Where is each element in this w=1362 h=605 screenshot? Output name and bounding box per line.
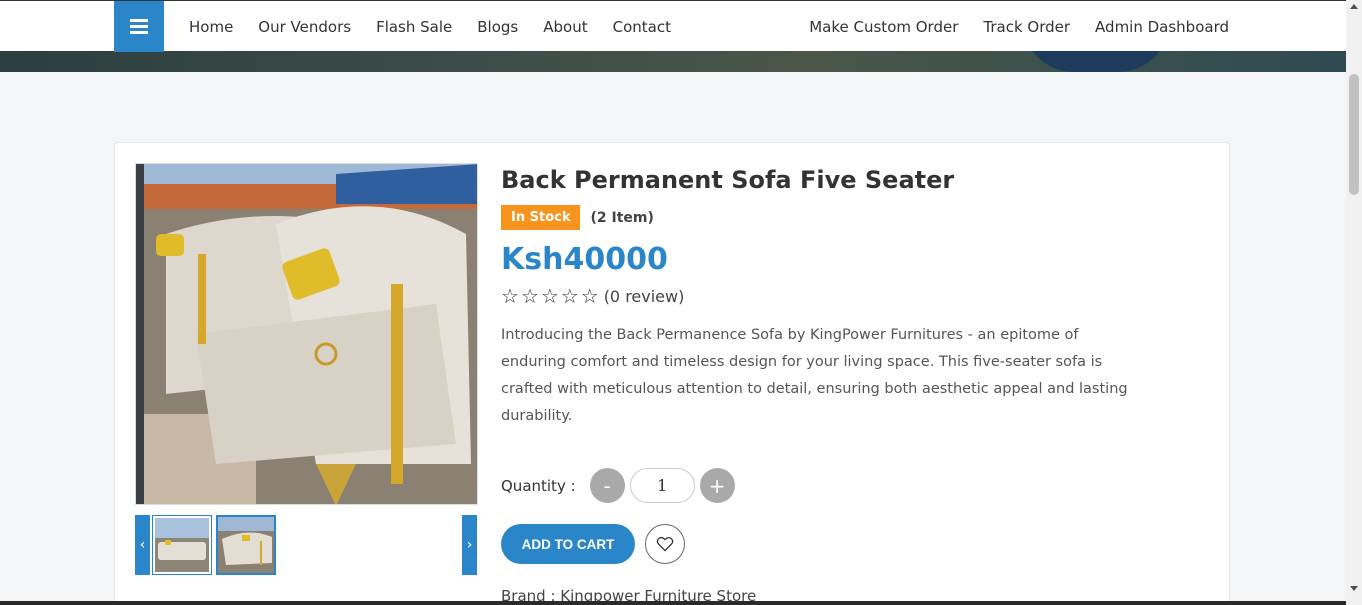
nav-admin-dashboard[interactable]: Admin Dashboard <box>1095 18 1229 36</box>
thumbnail-2[interactable] <box>216 515 276 575</box>
product-main-image[interactable] <box>135 163 478 505</box>
secondary-nav: Make Custom Order Track Order Admin Dash… <box>809 1 1229 52</box>
scroll-up-icon[interactable] <box>1350 4 1358 9</box>
gallery-prev-button[interactable]: ‹ <box>135 515 150 575</box>
star-outline-icon[interactable]: ☆ <box>541 286 559 306</box>
nav-make-custom-order[interactable]: Make Custom Order <box>809 18 958 36</box>
add-to-cart-button[interactable]: ADD TO CART <box>501 524 635 564</box>
rating-row: ☆ ☆ ☆ ☆ ☆ (0 review) <box>501 286 684 306</box>
page-scrollbar[interactable] <box>1346 0 1362 605</box>
wishlist-button[interactable] <box>645 524 685 564</box>
menu-icon[interactable] <box>114 1 164 52</box>
main-nav: Home Our Vendors Flash Sale Blogs About … <box>189 1 671 52</box>
scroll-down-icon[interactable] <box>1350 586 1358 591</box>
product-title: Back Permanent Sofa Five Seater <box>501 166 955 194</box>
heart-icon <box>656 536 674 552</box>
quantity-label: Quantity : <box>501 476 576 495</box>
thumbnail-1-image <box>155 518 209 572</box>
cart-actions: ADD TO CART <box>501 524 685 564</box>
sofa-photo <box>136 164 477 504</box>
star-outline-icon[interactable]: ☆ <box>501 286 519 306</box>
quantity-input[interactable] <box>629 468 695 503</box>
quantity-row: Quantity : - + <box>501 468 735 503</box>
scrollbar-thumb[interactable] <box>1349 74 1359 195</box>
nav-track-order[interactable]: Track Order <box>983 18 1070 36</box>
product-description: Introducing the Back Permanence Sofa by … <box>501 327 1128 424</box>
quantity-plus-button[interactable]: + <box>699 468 735 503</box>
star-outline-icon[interactable]: ☆ <box>581 286 599 306</box>
stock-count: (2 Item) <box>590 209 654 226</box>
nav-flash-sale[interactable]: Flash Sale <box>376 18 452 36</box>
review-count[interactable]: (0 review) <box>604 287 685 306</box>
star-outline-icon[interactable]: ☆ <box>521 286 539 306</box>
gallery-next-button[interactable]: › <box>462 515 477 575</box>
product-card: ‹ › Back Permanent Sofa Five Seater In S… <box>114 142 1230 605</box>
stock-badge: In Stock <box>501 205 581 230</box>
nav-home[interactable]: Home <box>189 18 233 36</box>
thumbnail-gallery: ‹ › <box>135 515 478 575</box>
top-navbar: Home Our Vendors Flash Sale Blogs About … <box>0 0 1346 52</box>
thumbnail-1[interactable] <box>152 515 212 575</box>
bottom-edge-bar <box>0 601 1346 605</box>
product-price: Ksh40000 <box>501 242 668 277</box>
nav-contact[interactable]: Contact <box>613 18 671 36</box>
quantity-minus-button[interactable]: - <box>589 468 625 503</box>
star-outline-icon[interactable]: ☆ <box>561 286 579 306</box>
nav-blogs[interactable]: Blogs <box>477 18 518 36</box>
stock-row: In Stock (2 Item) <box>501 205 654 230</box>
nav-our-vendors[interactable]: Our Vendors <box>258 18 351 36</box>
thumbnail-2-image <box>218 517 274 573</box>
nav-about[interactable]: About <box>543 18 587 36</box>
